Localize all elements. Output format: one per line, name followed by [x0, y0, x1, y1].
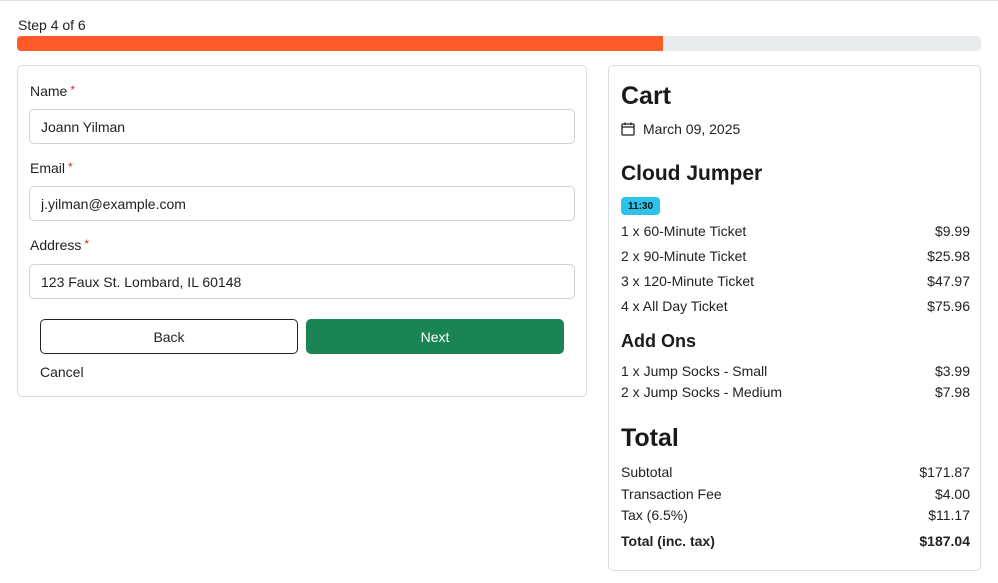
product-title: Cloud Jumper — [621, 162, 763, 185]
address-field[interactable] — [29, 264, 575, 299]
line-item-label: 4 x All Day Ticket — [621, 298, 728, 314]
progress-bar-fill — [17, 36, 663, 51]
address-label: Address * — [30, 237, 90, 253]
cart-panel: Cart March 09, 2025 Cloud Jumper 11:30 1… — [608, 65, 981, 571]
line-item-price: $25.98 — [927, 248, 970, 264]
step-indicator: Step 4 of 6 — [18, 17, 86, 33]
calendar-icon — [621, 122, 635, 136]
top-divider — [0, 0, 998, 1]
cart-title: Cart — [621, 82, 672, 110]
line-item-price: $7.98 — [934, 384, 970, 400]
required-marker: * — [68, 160, 73, 174]
line-item-label: 1 x 60-Minute Ticket — [621, 223, 747, 239]
addons-title: Add Ons — [621, 331, 696, 351]
line-item-label: 3 x 120-Minute Ticket — [621, 273, 755, 289]
line-item-price: $4.00 — [934, 486, 970, 502]
line-item-price: $75.96 — [927, 298, 970, 314]
grand-total-price: $187.04 — [919, 533, 970, 549]
cancel-link[interactable]: Cancel — [40, 364, 84, 380]
ticket-line-item: 2 x 90-Minute Ticket $25.98 — [621, 248, 970, 264]
line-item-price: $11.17 — [928, 507, 970, 523]
date-text: March 09, 2025 — [643, 121, 741, 137]
total-title: Total — [621, 424, 679, 452]
contact-form: Name* Email* Address* Back Next Cancel — [17, 65, 587, 397]
name-label: Name * — [30, 83, 76, 99]
addon-line-item: 1 x Jump Socks - Small $3.99 — [621, 363, 970, 379]
email-label: Email * — [30, 160, 73, 176]
line-item-price: $47.97 — [927, 273, 970, 289]
transaction-fee-row: Transaction Fee $4.00 — [621, 486, 970, 502]
line-item-price: $171.87 — [919, 464, 970, 480]
addon-line-item: 2 x Jump Socks - Medium $7.98 — [621, 384, 970, 400]
ticket-line-item: 3 x 120-Minute Ticket $47.97 — [621, 273, 970, 289]
line-item-label: Subtotal — [621, 464, 673, 480]
required-marker: * — [70, 83, 76, 97]
grand-total-label: Total (inc. tax) — [621, 533, 715, 549]
back-button[interactable]: Back — [40, 319, 298, 354]
required-marker: * — [84, 237, 90, 251]
progress-bar — [17, 36, 981, 51]
grand-total-row: Total (inc. tax) $187.04 — [621, 533, 970, 549]
line-item-label: 1 x Jump Socks - Small — [621, 363, 768, 379]
email-field[interactable] — [29, 186, 575, 221]
line-item-label: Tax (6.5%) — [621, 507, 688, 523]
booking-date: March 09, 2025 — [621, 121, 740, 137]
name-field[interactable] — [29, 109, 575, 144]
line-item-price: $3.99 — [934, 363, 970, 379]
line-item-label: Transaction Fee — [621, 486, 722, 502]
subtotal-row: Subtotal $171.87 — [621, 464, 970, 480]
next-button[interactable]: Next — [306, 319, 564, 354]
line-item-label: 2 x 90-Minute Ticket — [621, 248, 747, 264]
ticket-line-item: 4 x All Day Ticket $75.96 — [621, 298, 970, 314]
time-badge: 11:30 — [621, 197, 661, 215]
tax-row: Tax (6.5%) $11.17 — [621, 507, 970, 523]
line-item-price: $9.99 — [934, 223, 970, 239]
ticket-line-item: 1 x 60-Minute Ticket $9.99 — [621, 223, 970, 239]
line-item-label: 2 x Jump Socks - Medium — [621, 384, 783, 400]
